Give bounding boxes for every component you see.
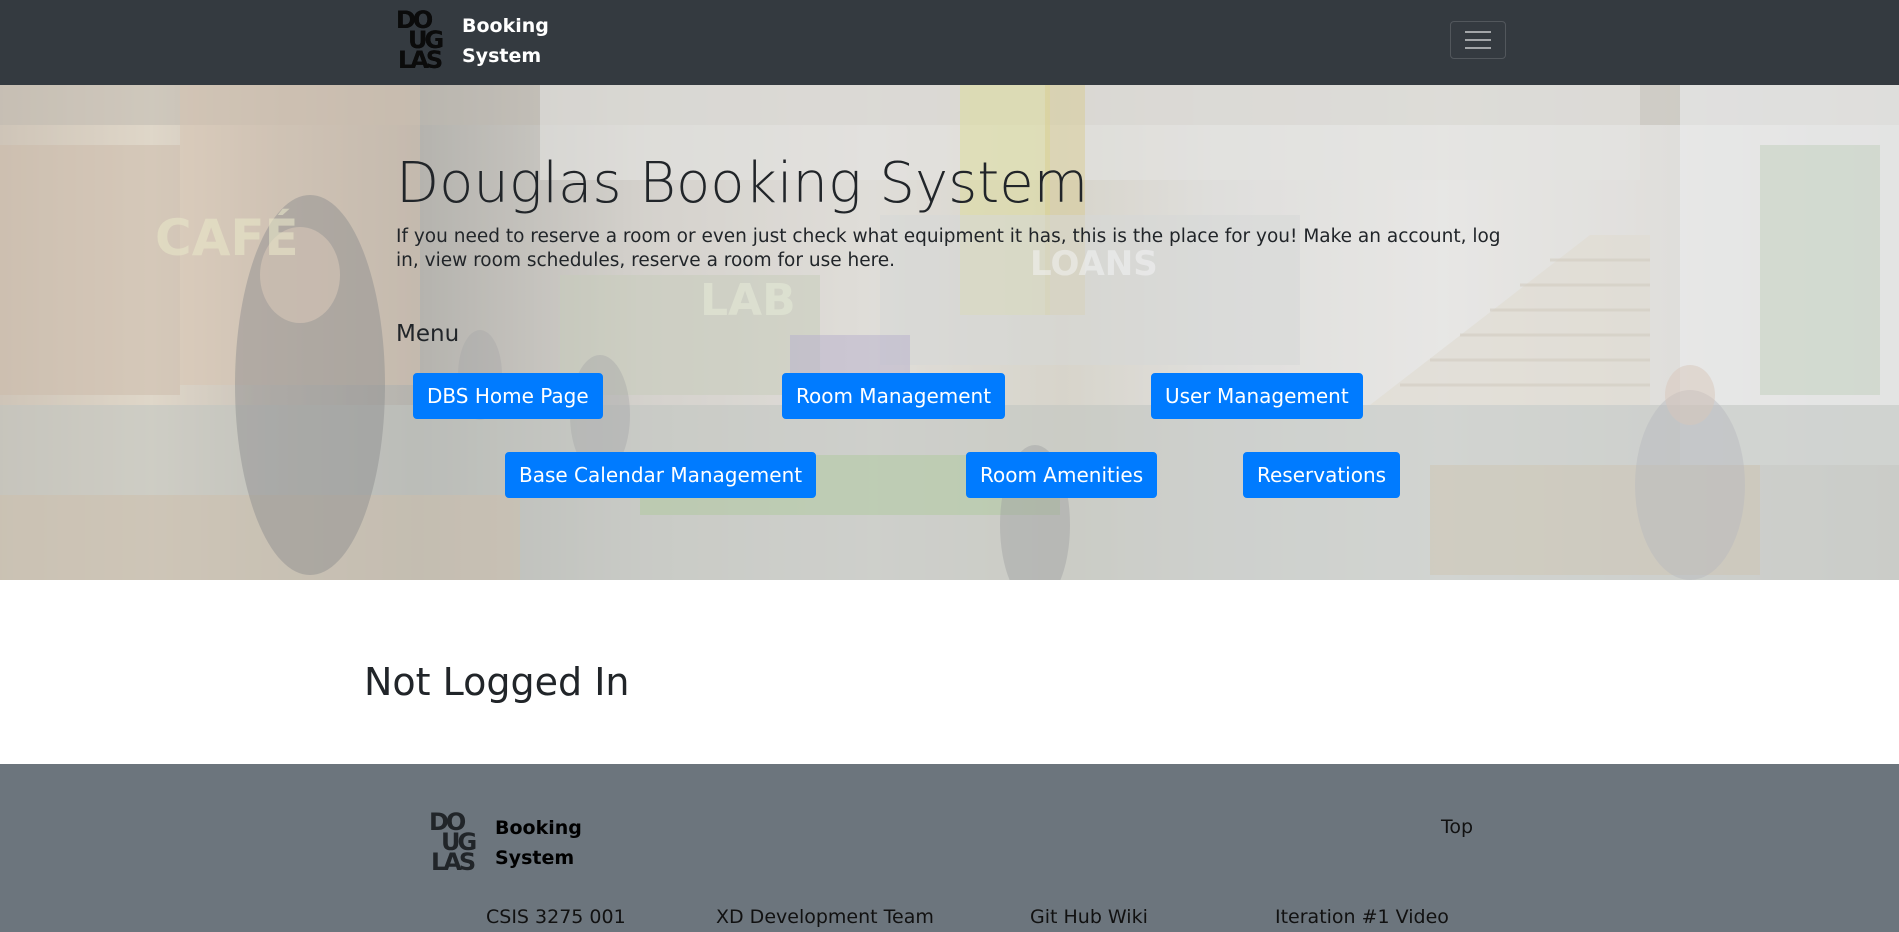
douglas-logo: DO UG LAS xyxy=(429,808,477,876)
navbar-brand-text: Booking System xyxy=(462,15,549,67)
reservations-button[interactable]: Reservations xyxy=(1243,452,1401,498)
hero-jumbotron: CAFÉ LOANS LAB Douglas Booking System If… xyxy=(0,85,1899,580)
navbar-toggler-button[interactable] xyxy=(1450,21,1506,59)
footer-link-team[interactable]: XD Development Team xyxy=(716,906,934,928)
user-management-button[interactable]: User Management xyxy=(1151,373,1363,419)
hero-description: If you need to reserve a room or even ju… xyxy=(396,226,1501,271)
back-to-top-link[interactable]: Top xyxy=(1441,816,1473,838)
dbs-home-page-button[interactable]: DBS Home Page xyxy=(413,373,603,419)
footer-link-github-wiki[interactable]: Git Hub Wiki xyxy=(1030,906,1148,928)
base-calendar-management-button[interactable]: Base Calendar Management xyxy=(505,452,817,498)
footer-link-iteration-video[interactable]: Iteration #1 Video xyxy=(1275,906,1449,928)
room-management-button[interactable]: Room Management xyxy=(782,373,1006,419)
footer: DO UG LAS Booking System Top CSIS 3275 0… xyxy=(0,764,1899,932)
footer-brand-link[interactable]: DO UG LAS Booking System xyxy=(429,808,605,876)
douglas-logo: DO UG LAS xyxy=(396,6,444,74)
footer-links: CSIS 3275 001 XD Development Team Git Hu… xyxy=(0,906,1899,932)
room-amenities-button[interactable]: Room Amenities xyxy=(966,452,1158,498)
footer-brand-text: Booking System xyxy=(495,817,582,869)
navbar-brand-link[interactable]: DO UG LAS Booking System xyxy=(396,6,572,74)
menu-heading: Menu xyxy=(396,321,460,347)
login-status-heading: Not Logged In xyxy=(364,660,630,704)
page-title: Douglas Booking System xyxy=(396,151,1089,216)
footer-link-course[interactable]: CSIS 3275 001 xyxy=(486,906,626,928)
navbar: DO UG LAS Booking System xyxy=(0,0,1899,85)
hamburger-menu-icon xyxy=(1465,31,1491,33)
